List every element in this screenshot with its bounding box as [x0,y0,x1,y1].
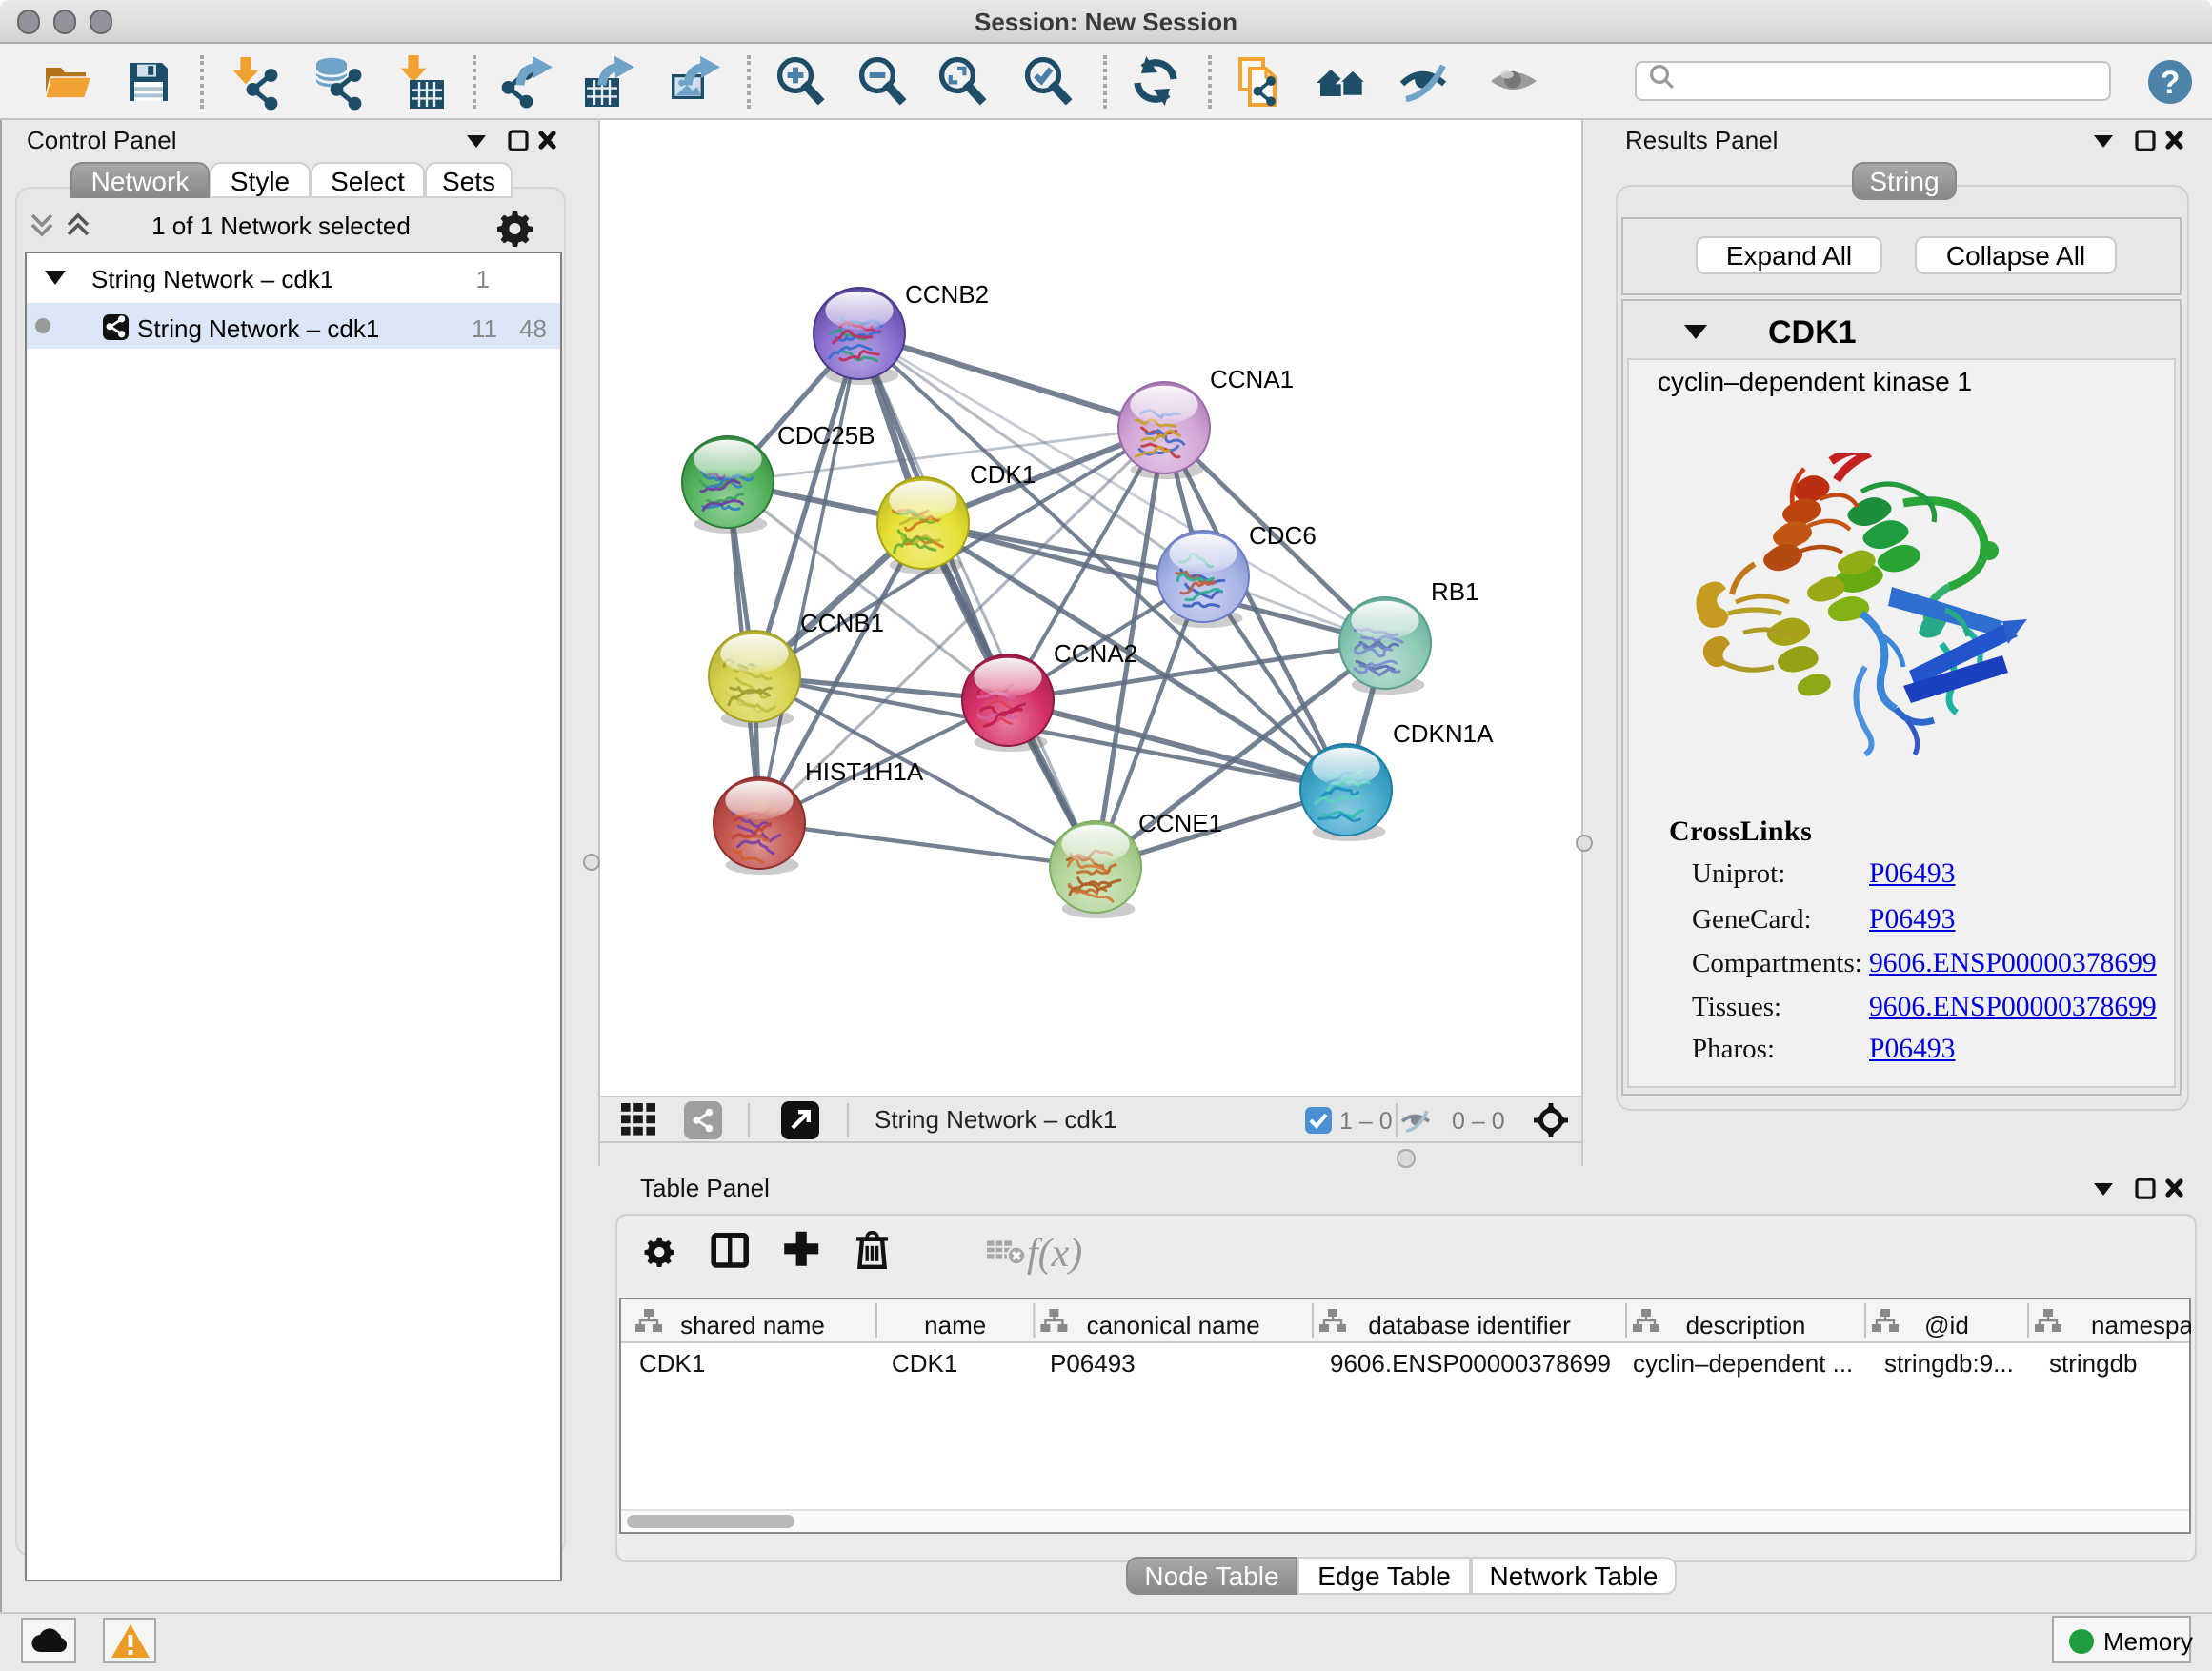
svg-text:f(x): f(x) [1027,1232,1082,1276]
svg-text:?: ? [2161,65,2181,101]
svg-text:CDC25B: CDC25B [777,421,875,450]
svg-text:CCNA2: CCNA2 [1054,639,1137,668]
svg-text:CDKN1A: CDKN1A [1393,719,1494,748]
svg-text:CCNB1: CCNB1 [800,609,884,637]
svg-text:HIST1H1A: HIST1H1A [805,757,924,786]
svg-text:CCNA1: CCNA1 [1210,365,1294,393]
svg-text:1 – 0: 1 – 0 [1339,1108,1393,1135]
svg-text:CCNE1: CCNE1 [1138,809,1222,837]
svg-text:0 – 0: 0 – 0 [1452,1108,1505,1135]
svg-text:CDC6: CDC6 [1249,521,1317,550]
svg-text:RB1: RB1 [1431,577,1479,606]
svg-text:CCNB2: CCNB2 [905,280,989,309]
svg-text:CDK1: CDK1 [970,460,1036,489]
